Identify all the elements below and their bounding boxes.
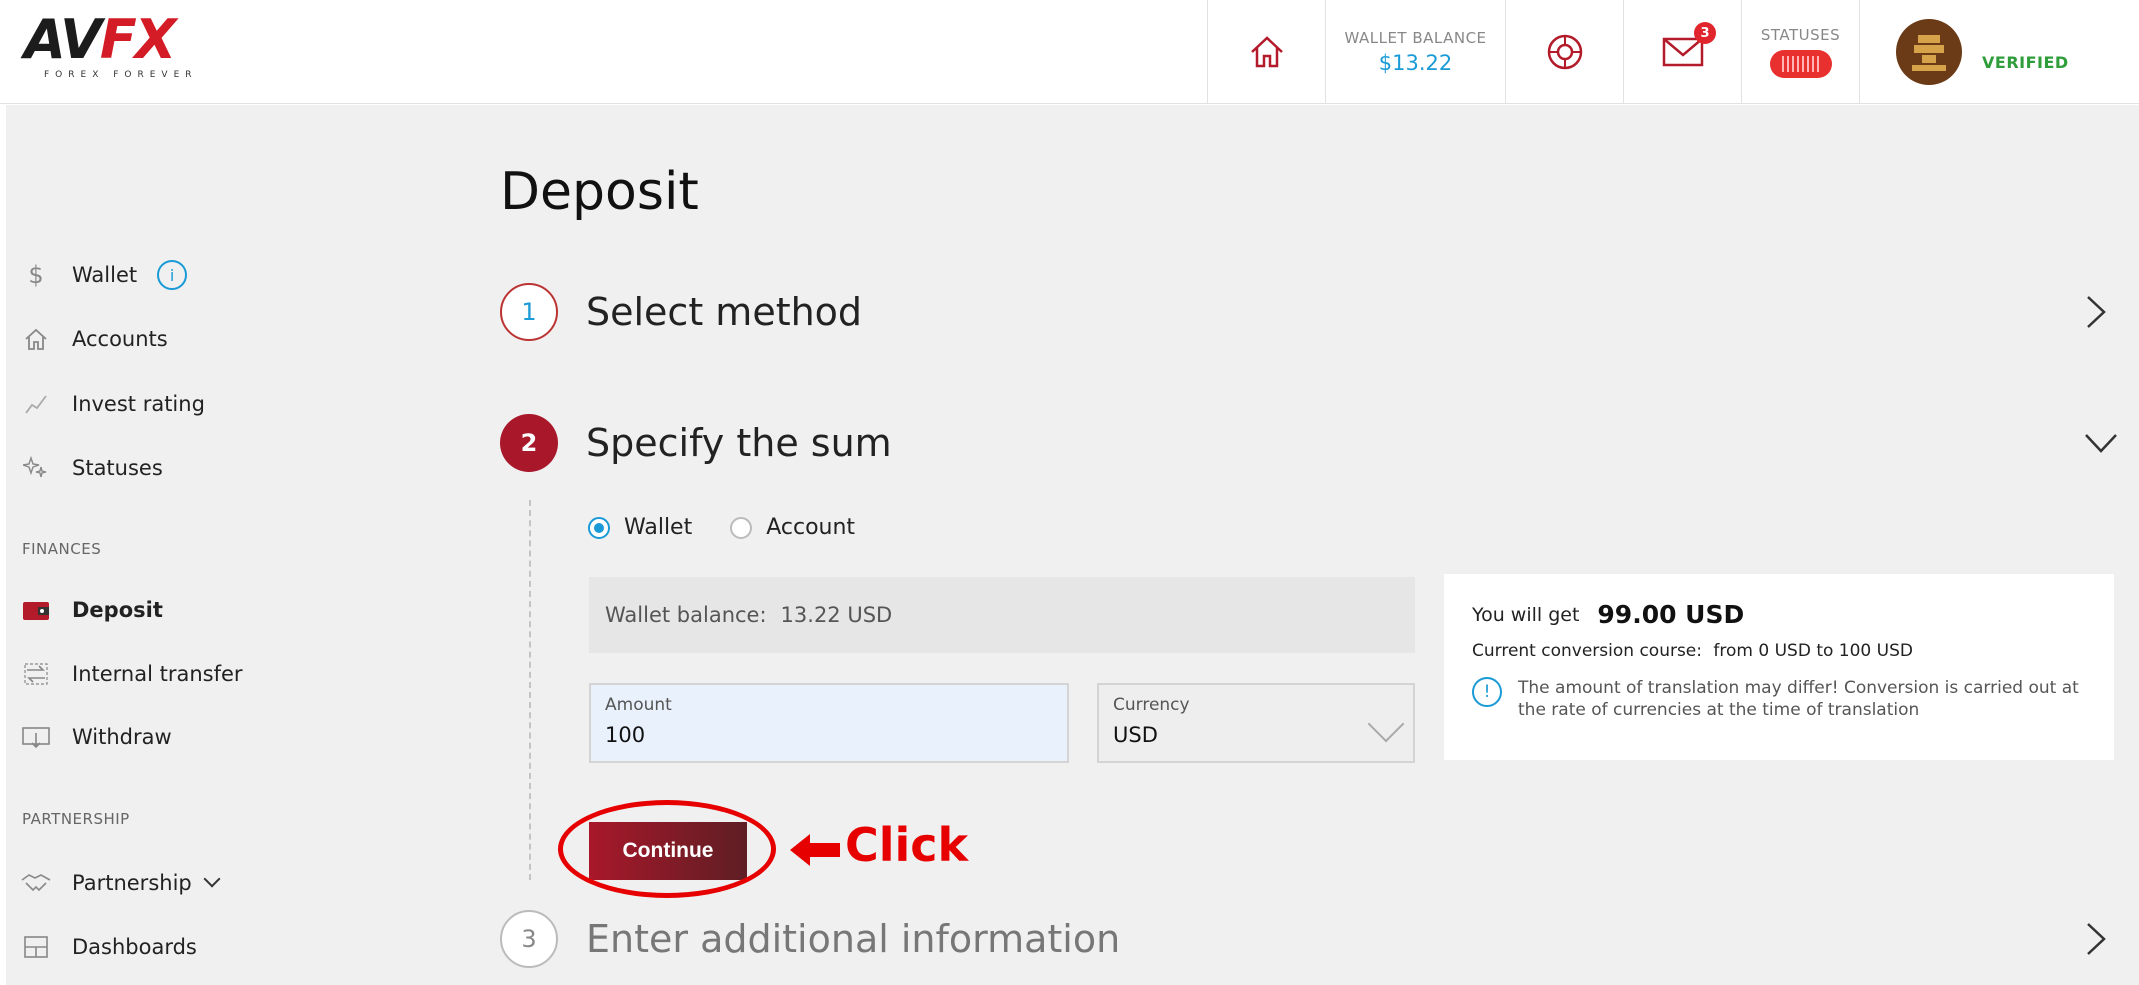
sidebar-item-label: Deposit <box>72 598 163 622</box>
step-title: Specify the sum <box>586 421 892 465</box>
messages-button[interactable]: 3 <box>1623 0 1741 104</box>
chart-line-icon <box>16 389 56 419</box>
avfx-logo[interactable]: AVFX FOREX FOREVER <box>24 12 204 82</box>
finances-heading: FINANCES <box>22 540 102 558</box>
conversion-label: Current conversion course: <box>1472 641 1702 661</box>
step-number: 3 <box>500 910 558 968</box>
conversion-note: ! The amount of translation may differ! … <box>1472 677 2086 721</box>
wallet-balance-label: WALLET BALANCE <box>1344 29 1487 47</box>
chevron-right-icon[interactable] <box>2085 294 2107 330</box>
you-get-label: You will get <box>1472 603 1580 626</box>
currency-label: Currency <box>1113 695 1190 715</box>
sidebar-item-withdraw[interactable]: Withdraw <box>16 717 172 757</box>
step-number: 2 <box>500 414 558 472</box>
lifebuoy-icon <box>1547 34 1582 70</box>
sidebar-item-label: Accounts <box>72 327 168 351</box>
conversion-value: from 0 USD to 100 USD <box>1713 641 1913 661</box>
status-bar-icon <box>1769 50 1832 78</box>
step-title: Enter additional information <box>586 917 1121 961</box>
statuses-widget[interactable]: STATUSES <box>1741 0 1859 104</box>
step-additional-info[interactable]: 3 Enter additional information <box>500 910 2133 968</box>
logo-text-av: AV <box>24 8 102 71</box>
sidebar-item-wallet[interactable]: $ Wallet i <box>16 255 188 295</box>
note-text: The amount of translation may differ! Co… <box>1518 678 2079 720</box>
amount-label: Amount <box>605 695 672 715</box>
sidebar-item-label: Partnership <box>72 871 192 895</box>
sidebar-item-label: Withdraw <box>72 725 172 749</box>
logo-text-fx: FX <box>99 8 177 71</box>
click-annotation: Click <box>845 818 969 872</box>
chevron-down-icon[interactable] <box>2083 432 2119 454</box>
sidebar-item-label: Invest rating <box>72 392 205 416</box>
home-icon <box>1250 36 1283 68</box>
page-title: Deposit <box>500 162 699 222</box>
statuses-label: STATUSES <box>1760 26 1841 44</box>
destination-radio-group: Wallet Account <box>588 515 855 540</box>
sidebar-item-label: Internal transfer <box>72 662 243 686</box>
withdraw-icon <box>16 722 56 752</box>
support-button[interactable] <box>1505 0 1623 104</box>
dashboard-icon <box>16 932 56 962</box>
sidebar-item-internal-transfer[interactable]: Internal transfer <box>16 654 243 694</box>
currency-select[interactable]: Currency USD <box>1097 683 1415 763</box>
radio-account[interactable] <box>730 516 753 539</box>
sidebar-item-label: Statuses <box>72 456 163 480</box>
wallet-balance-value: 13.22 USD <box>780 603 893 627</box>
highlight-circle <box>558 800 776 898</box>
dollar-icon: $ <box>28 261 44 289</box>
home-button[interactable] <box>1207 0 1325 104</box>
radio-account-label[interactable]: Account <box>766 515 855 540</box>
arrow-left-icon <box>790 834 840 866</box>
verified-status: VERIFIED <box>1982 52 2069 72</box>
wallet-icon <box>16 595 56 625</box>
currency-value: USD <box>1113 723 1158 747</box>
messages-badge: 3 <box>1694 22 1716 44</box>
wallet-balance-box: Wallet balance: 13.22 USD <box>589 577 1415 653</box>
exclamation-icon: ! <box>1472 677 1502 707</box>
step-connector <box>529 500 531 880</box>
wallet-balance-widget[interactable]: WALLET BALANCE $13.22 <box>1325 0 1505 104</box>
sidebar-item-deposit[interactable]: Deposit <box>16 590 163 630</box>
radio-wallet-label[interactable]: Wallet <box>624 515 692 540</box>
sidebar-item-label: Dashboards <box>72 935 197 959</box>
amount-field[interactable]: Amount 100 <box>589 683 1069 763</box>
sidebar-item-accounts[interactable]: Accounts <box>16 319 168 359</box>
stars-icon <box>16 453 56 483</box>
home-icon <box>16 324 56 354</box>
chevron-down-icon[interactable] <box>203 870 221 888</box>
you-get-value: 99.00 USD <box>1597 600 1745 629</box>
step-number: 1 <box>500 283 558 341</box>
step-title: Select method <box>586 290 863 334</box>
conversion-summary: You will get 99.00 USD Current conversio… <box>1444 574 2114 760</box>
avatar <box>1896 19 1962 85</box>
sidebar-item-label: Wallet <box>72 263 138 287</box>
transfer-icon <box>16 659 56 689</box>
step-select-method[interactable]: 1 Select method <box>500 283 2133 341</box>
conversion-course: Current conversion course: from 0 USD to… <box>1472 641 2086 661</box>
sidebar-item-invest-rating[interactable]: Invest rating <box>16 384 205 424</box>
chevron-right-icon[interactable] <box>2085 921 2107 957</box>
top-header: AVFX FOREX FOREVER WALLET BALANCE $13.22… <box>0 0 2139 104</box>
profile-widget[interactable]: VERIFIED <box>1859 0 2139 104</box>
step-specify-sum[interactable]: 2 Specify the sum <box>500 414 2133 472</box>
wallet-balance-label: Wallet balance: <box>605 603 767 627</box>
handshake-icon <box>16 868 56 898</box>
info-icon[interactable]: i <box>157 260 188 290</box>
main-area: $ Wallet i Accounts Invest rating Status… <box>6 105 2139 985</box>
radio-wallet[interactable] <box>588 516 610 539</box>
partnership-heading: PARTNERSHIP <box>22 810 130 828</box>
wallet-balance-value: $13.22 <box>1378 51 1453 75</box>
logo-tagline: FOREX FOREVER <box>44 70 198 80</box>
amount-input[interactable]: 100 <box>605 723 1053 747</box>
sidebar-item-partnership[interactable]: Partnership <box>16 863 221 903</box>
sidebar-item-dashboards[interactable]: Dashboards <box>16 927 197 967</box>
sidebar-item-statuses[interactable]: Statuses <box>16 448 163 488</box>
